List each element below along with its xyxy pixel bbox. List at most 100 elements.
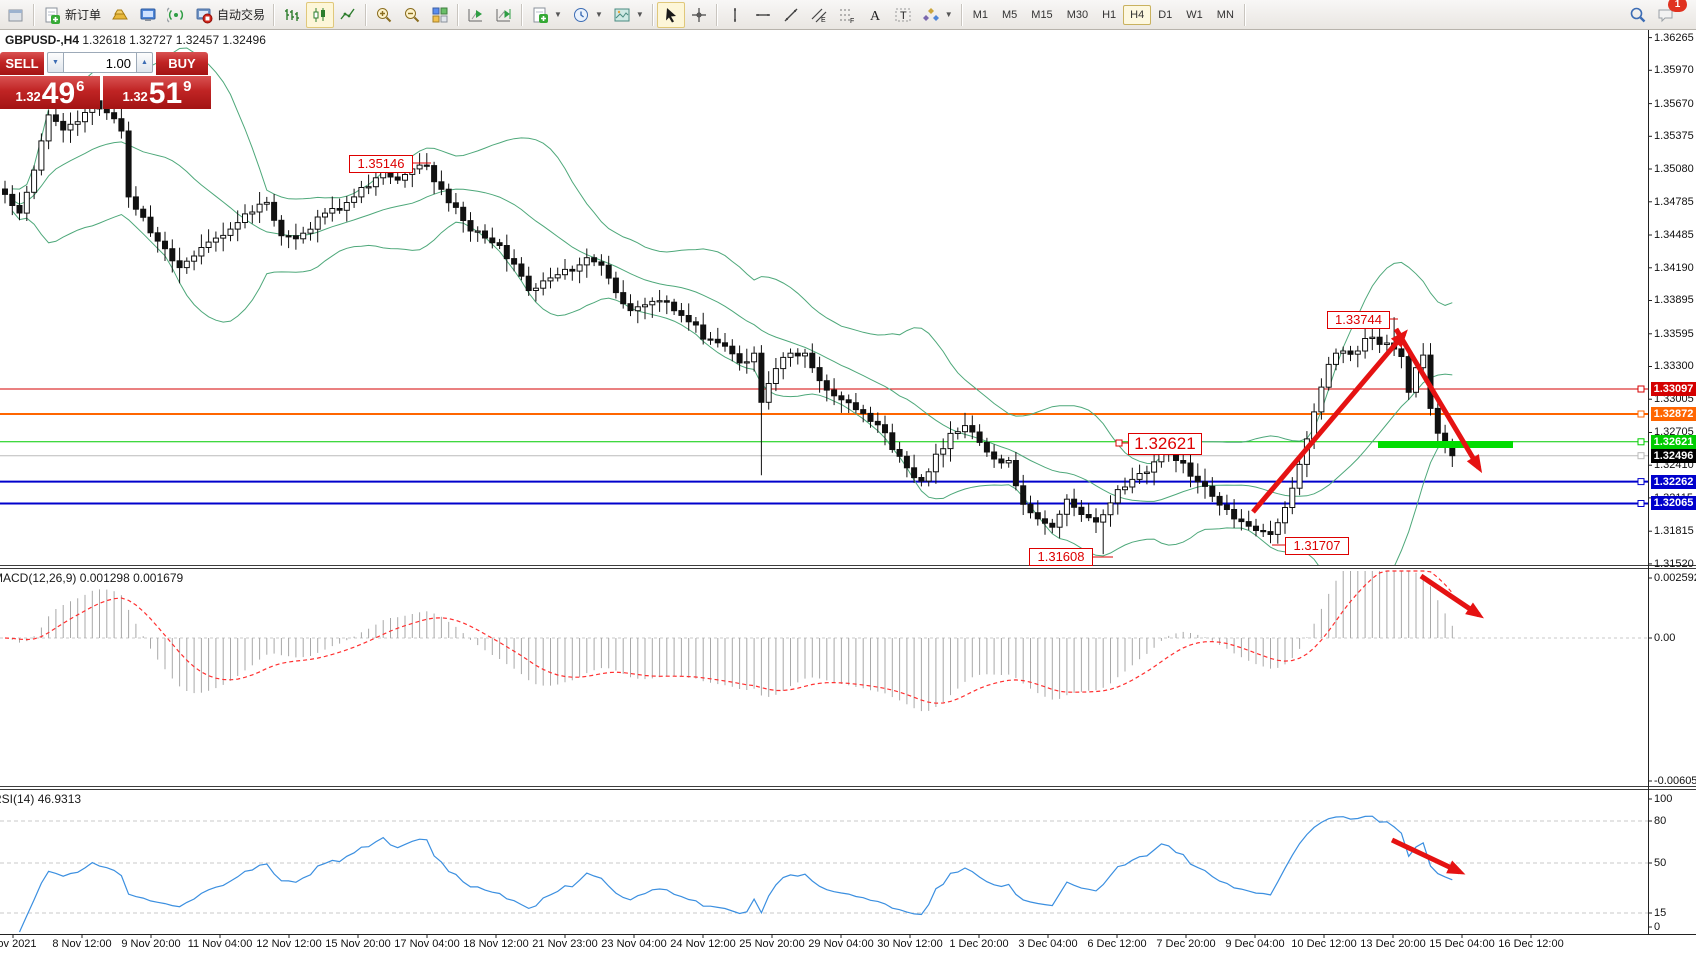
cursor-icon	[662, 6, 680, 24]
price-level-badge: 1.32262	[1651, 475, 1696, 489]
price-axis-label: 1.31520	[1654, 558, 1696, 570]
price-annotation[interactable]: 1.31707	[1285, 537, 1349, 555]
timeframe-button-m5[interactable]: M5	[995, 5, 1024, 25]
signals-button[interactable]	[162, 2, 190, 28]
ohlc-values: 1.32618 1.32727 1.32457 1.32496	[82, 33, 266, 47]
macd-signal-value: 0.001679	[133, 571, 183, 585]
bid-price-box[interactable]: 1.32 49 6	[0, 76, 100, 109]
line-chart-button[interactable]	[334, 2, 362, 28]
vertical-line-button[interactable]	[721, 2, 749, 28]
current-price-badge: 1.32496	[1651, 449, 1696, 463]
bid-price-prefix: 1.32	[15, 89, 40, 104]
price-level-badge: 1.32872	[1651, 407, 1696, 421]
hline-icon	[754, 6, 772, 24]
zout-icon	[403, 6, 421, 24]
dropdown-arrow-icon: ▼	[636, 10, 644, 19]
price-annotation[interactable]: 1.32621	[1128, 433, 1202, 455]
bar-chart-button[interactable]	[278, 2, 306, 28]
macd-main-value: 0.001298	[80, 571, 130, 585]
shapes-icon	[922, 6, 940, 24]
timeframe-button-h1[interactable]: H1	[1095, 5, 1123, 25]
bid-price-pipette: 6	[76, 78, 84, 95]
price-level-badge: 1.32621	[1651, 435, 1696, 449]
chart-shift-button[interactable]	[490, 2, 518, 28]
time-axis-label: 16 Dec 12:00	[1483, 938, 1579, 950]
indicators-button[interactable]: ▼	[526, 2, 567, 28]
support-chat-button[interactable]	[134, 2, 162, 28]
toolbar-separator	[652, 4, 654, 26]
volume-input[interactable]: 1.00	[64, 52, 136, 73]
timeframe-button-w1[interactable]: W1	[1179, 5, 1210, 25]
price-level-badge: 1.33097	[1651, 382, 1696, 396]
svg-text:T: T	[900, 10, 907, 22]
fibo-icon: F	[838, 6, 856, 24]
horizontal-line-button[interactable]	[749, 2, 777, 28]
sell-button[interactable]: SELL	[0, 52, 44, 75]
buy-button[interactable]: BUY	[156, 52, 208, 75]
text-button[interactable]: A	[861, 2, 889, 28]
cross-icon	[690, 6, 708, 24]
fibonacci-button[interactable]: F	[833, 2, 861, 28]
green-support-segment[interactable]	[1378, 441, 1513, 448]
main-toolbar: 新订单自动交易▼▼▼EFAT▼M1M5M15M30H1H4D1W1MN1	[0, 0, 1696, 30]
rsi-axis-label: 0	[1654, 921, 1696, 933]
toolbar-separator	[716, 4, 718, 26]
timeframe-button-m15[interactable]: M15	[1024, 5, 1059, 25]
bars-icon	[283, 6, 301, 24]
zoom-out-button[interactable]	[398, 2, 426, 28]
timeframe-button-m30[interactable]: M30	[1060, 5, 1095, 25]
price-annotation[interactable]: 1.35146	[349, 155, 413, 173]
price-axis-label: 1.35670	[1654, 98, 1696, 110]
trend-icon	[782, 6, 800, 24]
tile-windows-button[interactable]	[426, 2, 454, 28]
volume-decrease-button[interactable]: ▼	[47, 52, 64, 73]
price-axis-label: 1.36265	[1654, 32, 1696, 44]
template-icon	[613, 6, 631, 24]
clock-icon	[572, 6, 590, 24]
notifications-button[interactable]: 1	[1652, 2, 1680, 28]
price-annotation[interactable]: 1.33744	[1327, 311, 1390, 329]
price-axis-label: 1.34785	[1654, 196, 1696, 208]
labelT-icon: T	[894, 6, 912, 24]
tile-icon	[431, 6, 449, 24]
timeframe-button-mn[interactable]: MN	[1210, 5, 1241, 25]
timeframe-button-d1[interactable]: D1	[1151, 5, 1179, 25]
price-axis-label: 1.35080	[1654, 163, 1696, 175]
chart-window-icon	[2, 2, 30, 28]
mt-terminal-window: 新订单自动交易▼▼▼EFAT▼M1M5M15M30H1H4D1W1MN1 GBP…	[0, 0, 1696, 953]
trendline-button[interactable]	[777, 2, 805, 28]
toolbar-separator	[457, 4, 459, 26]
timeframe-button-h4[interactable]: H4	[1123, 5, 1151, 25]
rsi-axis-label: 100	[1654, 793, 1696, 805]
signal-icon	[167, 6, 185, 24]
periods-button[interactable]: ▼	[567, 2, 608, 28]
textA-icon: A	[866, 6, 884, 24]
volume-increase-button[interactable]: ▲	[136, 52, 153, 73]
auto-scroll-button[interactable]	[462, 2, 490, 28]
zin-icon	[375, 6, 393, 24]
templates-button[interactable]: ▼	[608, 2, 649, 28]
trend-arrows[interactable]	[1253, 329, 1479, 872]
search-button[interactable]	[1624, 2, 1652, 28]
pane-separators[interactable]	[0, 566, 1696, 790]
deposit-gold-button[interactable]	[106, 2, 134, 28]
macd-axis-label: -0.006059	[1654, 775, 1696, 787]
price-axis-label: 1.35970	[1654, 64, 1696, 76]
rsi-axis-label: 15	[1654, 907, 1696, 919]
chart-graphics	[0, 30, 1696, 953]
crosshair-button[interactable]	[685, 2, 713, 28]
channel-button[interactable]: E	[805, 2, 833, 28]
candle-chart-button[interactable]	[306, 2, 334, 28]
timeframe-button-m1[interactable]: M1	[966, 5, 995, 25]
price-axis-label: 1.34190	[1654, 262, 1696, 274]
annotation-connectors	[413, 163, 1398, 557]
ask-price-box[interactable]: 1.32 51 9	[103, 76, 211, 109]
label-button[interactable]: T	[889, 2, 917, 28]
price-annotation[interactable]: 1.31608	[1029, 548, 1093, 566]
zoom-in-button[interactable]	[370, 2, 398, 28]
autotrading-button[interactable]: 自动交易	[190, 2, 270, 28]
new-order-button[interactable]: 新订单	[38, 2, 106, 28]
cursor-button[interactable]	[657, 2, 685, 28]
shapes-button[interactable]: ▼	[917, 2, 958, 28]
toolbar-separator	[1244, 4, 1246, 26]
